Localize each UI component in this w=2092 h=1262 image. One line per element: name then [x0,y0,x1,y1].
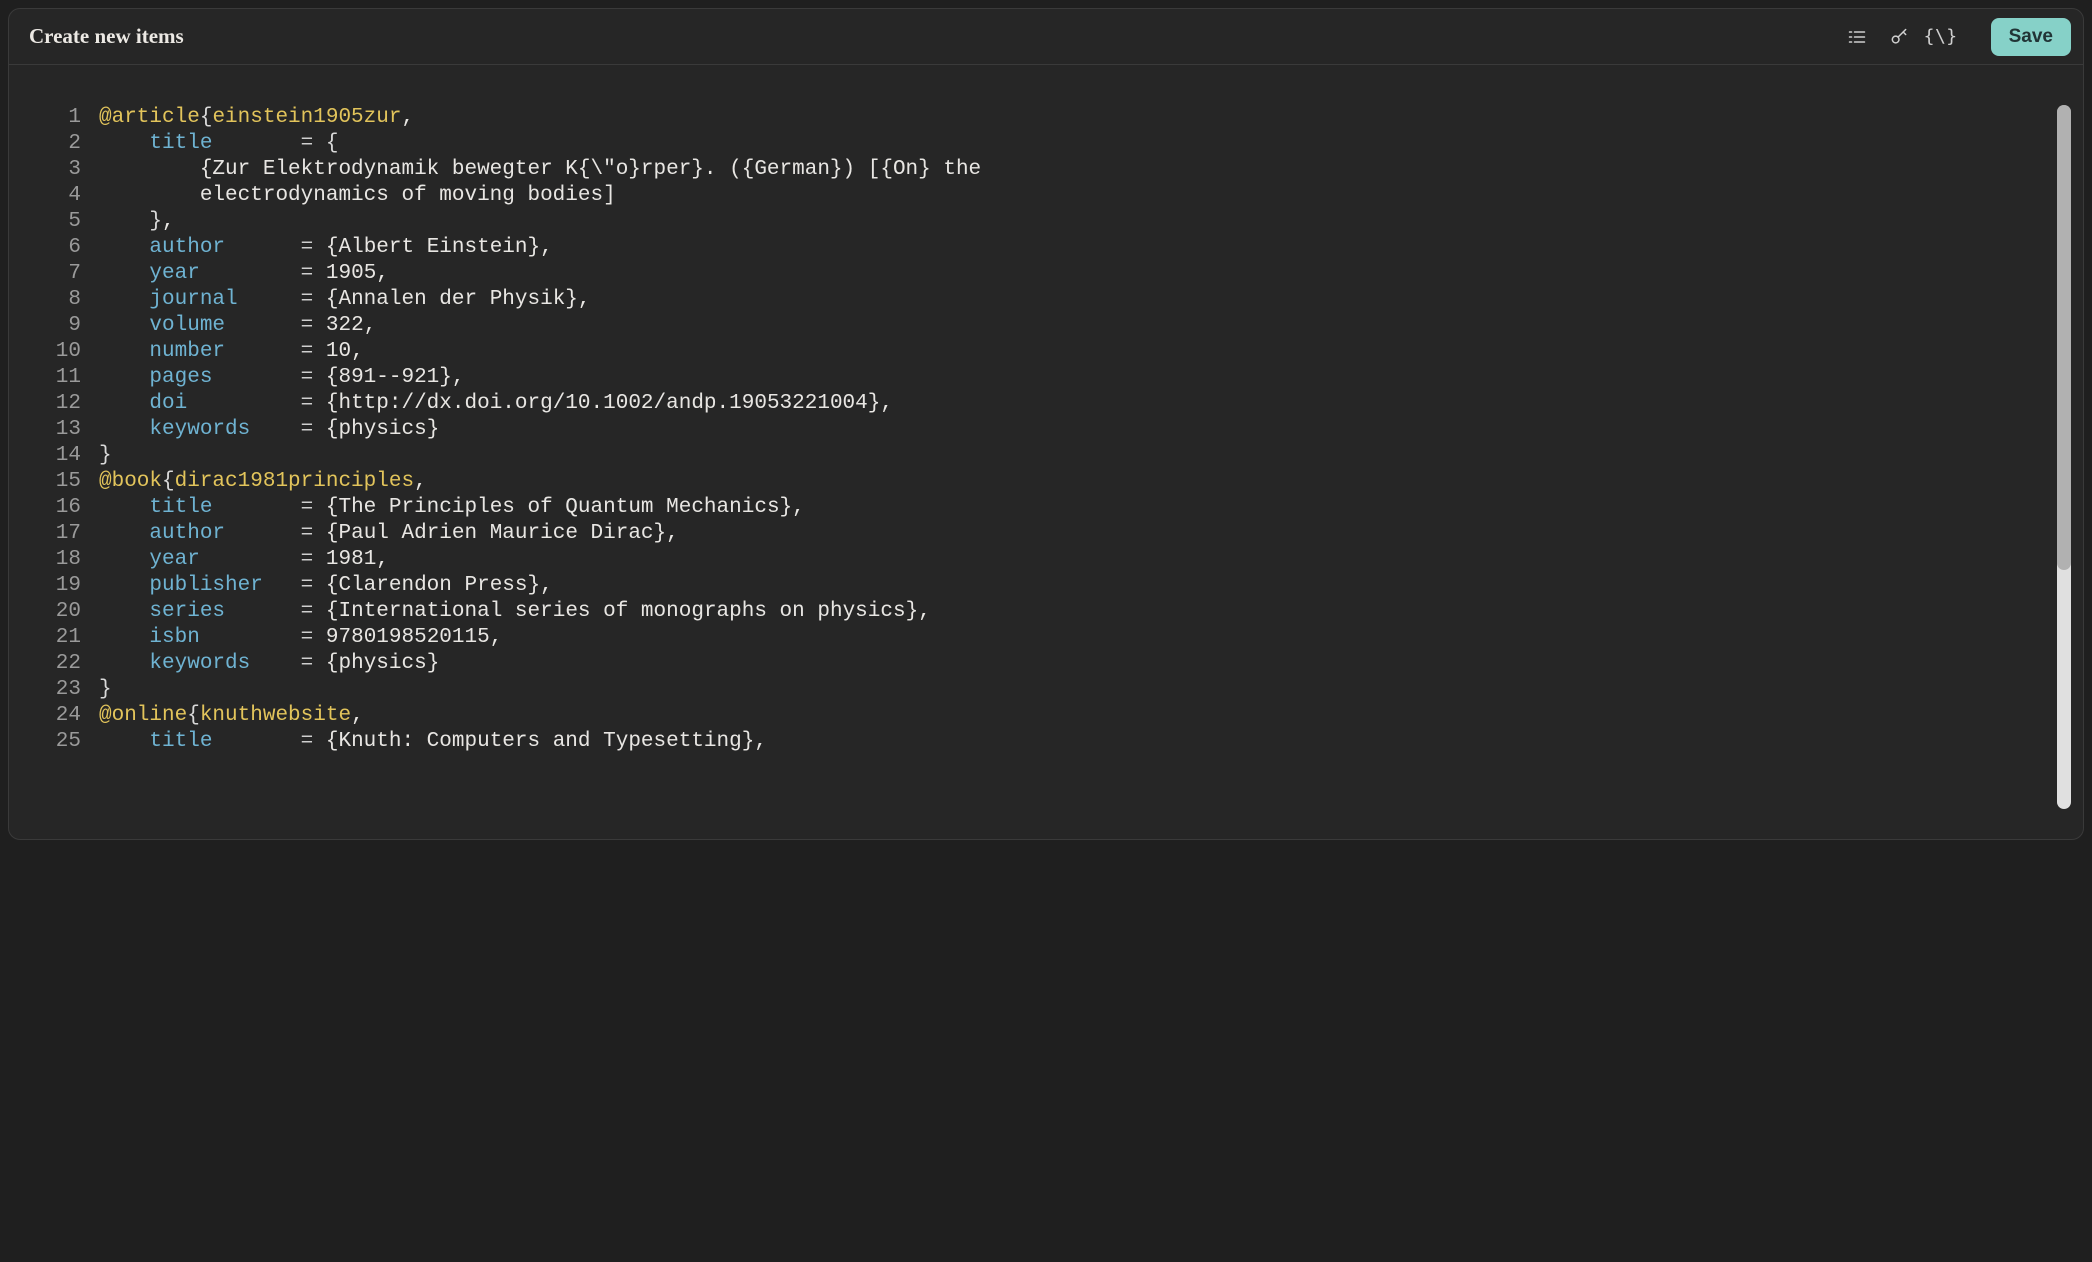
code-line: title = {Knuth: Computers and Typesettin… [99,729,2069,755]
code-line: volume = 322, [99,313,2069,339]
code-editor[interactable]: 1234567891011121314151617181920212223242… [29,105,2069,829]
code-line: {Zur Elektrodynamik bewegter K{\"o}rper}… [99,157,2069,183]
code-line: author = {Paul Adrien Maurice Dirac}, [99,521,2069,547]
code-line: year = 1981, [99,547,2069,573]
ordered-list-icon[interactable] [1843,23,1871,51]
code-line: title = {The Principles of Quantum Mecha… [99,495,2069,521]
code-content[interactable]: @article{einstein1905zur, title = { {Zur… [99,105,2069,829]
braces-icon[interactable]: {\} [1927,23,1955,51]
code-line: @article{einstein1905zur, [99,105,2069,131]
toolbar: {\} Save [1843,18,2071,56]
code-line: @online{knuthwebsite, [99,703,2069,729]
code-line: }, [99,209,2069,235]
bibtex-editor-panel: Create new items {\} Save [8,8,2084,840]
key-icon[interactable] [1885,23,1913,51]
code-line: keywords = {physics} [99,417,2069,443]
code-line: electrodynamics of moving bodies] [99,183,2069,209]
editor-area: 1234567891011121314151617181920212223242… [9,65,2083,839]
scrollbar-track[interactable] [2057,105,2071,809]
code-line: title = { [99,131,2069,157]
panel-header: Create new items {\} Save [9,9,2083,65]
scrollbar-thumb[interactable] [2057,105,2071,570]
line-number-gutter: 1234567891011121314151617181920212223242… [29,105,99,829]
code-line: } [99,677,2069,703]
code-line: year = 1905, [99,261,2069,287]
code-line: keywords = {physics} [99,651,2069,677]
code-line: @book{dirac1981principles, [99,469,2069,495]
code-line: isbn = 9780198520115, [99,625,2069,651]
code-line: doi = {http://dx.doi.org/10.1002/andp.19… [99,391,2069,417]
code-line: series = {International series of monogr… [99,599,2069,625]
code-line: number = 10, [99,339,2069,365]
save-button[interactable]: Save [1991,18,2071,56]
code-line: } [99,443,2069,469]
code-line: publisher = {Clarendon Press}, [99,573,2069,599]
code-line: journal = {Annalen der Physik}, [99,287,2069,313]
code-line: pages = {891--921}, [99,365,2069,391]
code-line: author = {Albert Einstein}, [99,235,2069,261]
panel-title: Create new items [29,24,184,49]
